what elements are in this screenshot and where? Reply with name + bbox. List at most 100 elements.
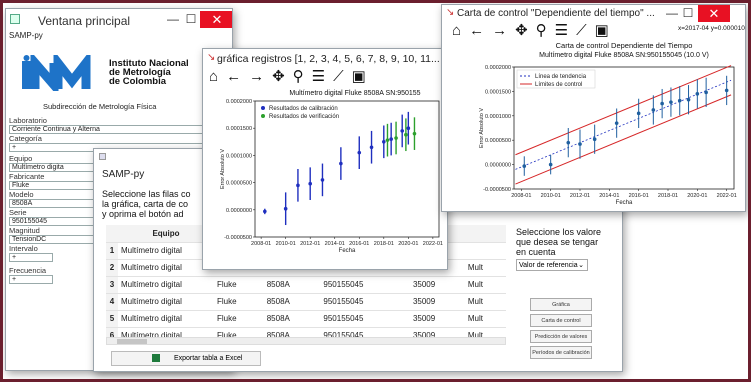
control-chart-button[interactable]: Carta de control bbox=[530, 314, 592, 327]
table-cell[interactable]: Multímetro digital bbox=[118, 242, 214, 260]
table-cell[interactable]: 950155045 bbox=[320, 276, 410, 294]
maximize-button[interactable]: ☐ bbox=[182, 11, 200, 28]
graph-button[interactable]: Gráfica bbox=[530, 298, 592, 311]
control-chart-window: ↘ Carta de control "Dependiente del tiem… bbox=[441, 4, 746, 212]
y-axis-label: Error Absoluto V bbox=[479, 108, 485, 148]
table-row[interactable]: 4 Multímetro digital Fluke 8508A 950155045 35… bbox=[106, 293, 506, 311]
table-cell[interactable]: 35009 bbox=[409, 293, 465, 311]
home-icon[interactable]: ⌂ bbox=[452, 22, 461, 39]
table-cell[interactable]: Multímetro digital bbox=[118, 276, 214, 294]
table-cell[interactable]: Mult bbox=[464, 259, 506, 277]
data-point bbox=[357, 150, 362, 155]
home-icon[interactable]: ⌂ bbox=[209, 68, 218, 85]
data-point bbox=[400, 129, 404, 133]
frequency-select[interactable]: + bbox=[9, 275, 53, 284]
horizontal-scrollbar[interactable] bbox=[106, 337, 506, 345]
x-tick-label: 2022-01 bbox=[423, 241, 443, 247]
main-app-name: SAMP-py bbox=[9, 31, 43, 40]
data-point bbox=[369, 145, 374, 150]
minimize-button[interactable]: — bbox=[164, 11, 182, 28]
table-row[interactable]: 3 Multímetro digital Fluke 8508A 950155045 35… bbox=[106, 276, 506, 294]
save-icon[interactable]: ▣ bbox=[352, 67, 366, 85]
records-titlebar: ↘ gráfica registros [1, 2, 3, 4, 5, 6, 7… bbox=[203, 49, 447, 67]
table-cell[interactable]: Multímetro digital bbox=[118, 310, 214, 328]
column-header[interactable]: Equipo bbox=[118, 225, 214, 243]
export-excel-button[interactable]: Exportar tabla a Excel bbox=[111, 351, 261, 366]
table-cell[interactable]: Multímetro digital bbox=[118, 259, 214, 277]
table-cell[interactable]: Fluke bbox=[214, 310, 264, 328]
forward-icon[interactable]: → bbox=[492, 22, 507, 39]
zoom-icon[interactable]: ⚲ bbox=[536, 21, 547, 39]
institute-line: de Colombia bbox=[109, 76, 167, 87]
model-field[interactable]: 8508A bbox=[9, 199, 99, 208]
x-tick-label: 2016-01 bbox=[629, 193, 649, 199]
chevron-down-icon: ⌄ bbox=[578, 262, 584, 269]
field-label: Intervalo bbox=[9, 244, 38, 253]
table-cell[interactable]: Mult bbox=[464, 310, 506, 328]
subdirection-label: Subdirección de Metrología Física bbox=[43, 102, 157, 111]
x-axis-label: Fecha bbox=[339, 248, 356, 254]
edit-axis-icon[interactable]: ⟋ bbox=[333, 68, 344, 85]
back-icon[interactable]: ← bbox=[226, 68, 241, 85]
y-axis-label: Error Absoluto V bbox=[220, 149, 226, 189]
table-cell[interactable]: Mult bbox=[464, 276, 506, 294]
prediction-button[interactable]: Predicción de valores bbox=[530, 330, 592, 343]
control-titlebar: ↘ Carta de control "Dependiente del tiem… bbox=[442, 5, 745, 22]
interval-select[interactable]: + bbox=[9, 253, 53, 262]
table-cell[interactable]: 950155045 bbox=[320, 310, 410, 328]
magnitude-field[interactable]: TensionDC bbox=[9, 235, 99, 244]
table-cell[interactable]: 8508A bbox=[263, 310, 321, 328]
pan-icon[interactable]: ✥ bbox=[515, 21, 528, 39]
table-cell[interactable]: Fluke bbox=[214, 293, 264, 311]
configure-icon[interactable]: ☰ bbox=[312, 67, 325, 85]
control-title: Carta de control "Dependiente del tiempo… bbox=[457, 8, 655, 19]
close-button[interactable]: ✕ bbox=[698, 5, 730, 22]
y-tick-label: 0.0000500 bbox=[226, 181, 252, 187]
legend-label: Resultados de calibración bbox=[269, 106, 338, 112]
samp-title: SAMP-py bbox=[102, 169, 145, 180]
table-cell[interactable]: 8508A bbox=[263, 276, 321, 294]
table-cell[interactable] bbox=[464, 242, 506, 260]
minimize-button[interactable]: — bbox=[664, 5, 680, 22]
legend-marker bbox=[261, 106, 265, 110]
x-tick-label: 2008-01 bbox=[511, 193, 531, 199]
y-tick-label: 0.0002000 bbox=[485, 65, 511, 71]
field-label: Fabricante bbox=[9, 172, 45, 181]
chart-subtitle: Multímetro digital Fluke 8508A SN:950155… bbox=[539, 52, 709, 59]
equipment-select[interactable]: Multímetro digita bbox=[9, 163, 99, 172]
laboratory-select[interactable]: Corriente Continua y Alterna bbox=[9, 125, 209, 134]
zoom-icon[interactable]: ⚲ bbox=[293, 67, 304, 85]
field-label: Magnitud bbox=[9, 226, 40, 235]
serial-field[interactable]: 950155045 bbox=[9, 217, 99, 226]
table-cell[interactable]: 35009 bbox=[409, 310, 465, 328]
x-tick-label: 2016-01 bbox=[349, 241, 369, 247]
maximize-button[interactable]: ☐ bbox=[680, 5, 696, 22]
table-row[interactable]: 5 Multímetro digital Fluke 8508A 950155045 35… bbox=[106, 310, 506, 328]
scrollbar-thumb[interactable] bbox=[117, 339, 147, 344]
close-button[interactable]: ✕ bbox=[200, 11, 232, 28]
table-cell[interactable]: Fluke bbox=[214, 276, 264, 294]
table-cell[interactable]: 8508A bbox=[263, 293, 321, 311]
manufacturer-field[interactable]: Fluke bbox=[9, 181, 99, 190]
field-label: Frecuencia bbox=[9, 266, 47, 275]
data-point bbox=[394, 136, 398, 140]
coordinate-readout: x=2017-04 y=0.000010 bbox=[678, 25, 745, 32]
pan-icon[interactable]: ✥ bbox=[272, 67, 285, 85]
configure-icon[interactable]: ☰ bbox=[555, 21, 568, 39]
edit-axis-icon[interactable]: ⟋ bbox=[576, 22, 587, 39]
table-cell[interactable]: 950155045 bbox=[320, 293, 410, 311]
back-icon[interactable]: ← bbox=[469, 22, 484, 39]
value-select[interactable]: Valor de referencia ⌄ bbox=[516, 259, 588, 271]
column-header[interactable] bbox=[464, 225, 506, 243]
table-cell[interactable]: 35009 bbox=[409, 276, 465, 294]
table-cell[interactable]: Mult bbox=[464, 293, 506, 311]
table-cell[interactable]: Multímetro digital bbox=[118, 293, 214, 311]
calibration-periods-button[interactable]: Períodos de calibración bbox=[530, 346, 592, 359]
data-point bbox=[522, 164, 527, 168]
data-point bbox=[406, 126, 411, 130]
save-icon[interactable]: ▣ bbox=[595, 21, 609, 39]
y-tick-label: 0.0001500 bbox=[226, 126, 252, 132]
y-tick-label: 0.0002000 bbox=[226, 99, 252, 105]
forward-icon[interactable]: → bbox=[249, 68, 264, 85]
plot-icon: ↘ bbox=[207, 52, 216, 63]
